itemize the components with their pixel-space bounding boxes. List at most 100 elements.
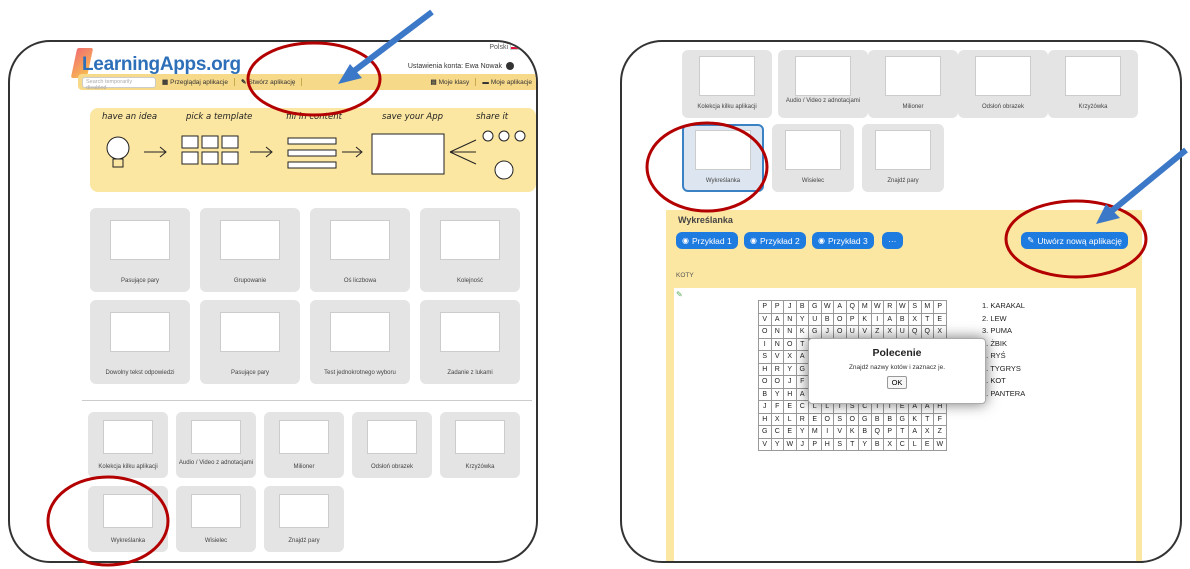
grid-cell[interactable]: X — [883, 437, 897, 451]
grid-cell[interactable]: V — [770, 350, 784, 364]
grid-cell[interactable]: G — [858, 412, 872, 426]
grid-cell[interactable]: G — [808, 325, 822, 339]
grid-cell[interactable]: N — [783, 312, 797, 326]
grid-cell[interactable]: Y — [770, 437, 784, 451]
grid-cell[interactable]: E — [808, 412, 822, 426]
grid-cell[interactable]: H — [758, 412, 772, 426]
grid-cell[interactable]: T — [920, 412, 934, 426]
grid-cell[interactable]: F — [770, 400, 784, 414]
grid-cell[interactable]: A — [833, 300, 847, 314]
grid-cell[interactable]: S — [758, 350, 772, 364]
template-tile[interactable]: Pasujące pary — [200, 300, 300, 384]
grid-cell[interactable]: B — [795, 300, 809, 314]
grid-cell[interactable]: B — [758, 387, 772, 401]
nav-my-apps[interactable]: ▬ Moje aplikacje — [476, 79, 536, 86]
grid-cell[interactable]: H — [820, 437, 834, 451]
grid-cell[interactable]: K — [908, 412, 922, 426]
grid-cell[interactable]: Q — [870, 425, 884, 439]
grid-cell[interactable]: W — [783, 437, 797, 451]
template-tile[interactable]: Krzyżówka — [440, 412, 520, 478]
grid-cell[interactable]: R — [795, 412, 809, 426]
grid-cell[interactable]: Y — [795, 425, 809, 439]
nav-my-classes[interactable]: ▤ Moje klasy — [424, 78, 477, 86]
grid-cell[interactable]: K — [795, 325, 809, 339]
template-tile[interactable]: Zadanie z lukami — [420, 300, 520, 384]
grid-cell[interactable]: L — [783, 412, 797, 426]
grid-cell[interactable]: Y — [795, 312, 809, 326]
grid-cell[interactable]: M — [808, 425, 822, 439]
template-tile-wykreslanka[interactable]: Wykreślanka — [88, 486, 168, 552]
grid-cell[interactable]: A — [795, 387, 809, 401]
grid-cell[interactable]: B — [870, 412, 884, 426]
grid-cell[interactable]: T — [895, 425, 909, 439]
grid-cell[interactable]: P — [845, 312, 859, 326]
grid-cell[interactable]: V — [758, 437, 772, 451]
grid-cell[interactable]: B — [870, 437, 884, 451]
grid-cell[interactable]: E — [933, 312, 947, 326]
grid-cell[interactable]: S — [833, 412, 847, 426]
grid-cell[interactable]: O — [770, 375, 784, 389]
grid-cell[interactable]: P — [770, 300, 784, 314]
grid-cell[interactable]: E — [783, 425, 797, 439]
grid-cell[interactable]: F — [795, 375, 809, 389]
grid-cell[interactable]: C — [795, 400, 809, 414]
grid-cell[interactable]: E — [783, 400, 797, 414]
search-input[interactable]: Search temporarily disabled — [82, 76, 156, 91]
grid-cell[interactable]: J — [783, 375, 797, 389]
grid-cell[interactable]: N — [770, 325, 784, 339]
grid-cell[interactable]: G — [758, 425, 772, 439]
grid-cell[interactable]: W — [820, 300, 834, 314]
grid-cell[interactable]: T — [920, 312, 934, 326]
template-tile[interactable]: Wisielec — [176, 486, 256, 552]
template-tile[interactable]: Kolekcja kilku aplikacji — [682, 50, 772, 118]
grid-cell[interactable]: I — [870, 312, 884, 326]
template-tile[interactable]: Audio / Video z adnotacjami — [778, 50, 868, 118]
site-logo[interactable]: LearningApps.org — [82, 54, 241, 76]
template-tile[interactable]: Kolejność — [420, 208, 520, 292]
grid-cell[interactable]: N — [783, 325, 797, 339]
grid-cell[interactable]: Q — [845, 300, 859, 314]
grid-cell[interactable]: S — [833, 437, 847, 451]
grid-cell[interactable]: B — [895, 312, 909, 326]
grid-cell[interactable]: B — [858, 425, 872, 439]
example-3-button[interactable]: ◉ Przykład 3 — [812, 232, 874, 249]
grid-cell[interactable]: N — [770, 337, 784, 351]
template-tile[interactable]: Odsłoń obrazek — [352, 412, 432, 478]
template-tile[interactable]: Znajdź pary — [862, 124, 944, 192]
template-tile[interactable]: Grupowanie — [200, 208, 300, 292]
grid-cell[interactable]: V — [758, 312, 772, 326]
grid-cell[interactable]: U — [845, 325, 859, 339]
grid-cell[interactable]: R — [883, 300, 897, 314]
grid-cell[interactable]: M — [858, 300, 872, 314]
grid-cell[interactable]: X — [908, 312, 922, 326]
grid-cell[interactable]: A — [770, 312, 784, 326]
grid-cell[interactable]: F — [933, 412, 947, 426]
grid-cell[interactable]: X — [783, 350, 797, 364]
template-tile[interactable]: Test jednokrotnego wyboru — [310, 300, 410, 384]
grid-cell[interactable]: O — [820, 412, 834, 426]
grid-cell[interactable]: K — [858, 312, 872, 326]
grid-cell[interactable]: S — [908, 300, 922, 314]
grid-cell[interactable]: Y — [770, 387, 784, 401]
grid-cell[interactable]: O — [845, 412, 859, 426]
template-tile[interactable]: Kolekcja kilku aplikacji — [88, 412, 168, 478]
grid-cell[interactable]: W — [870, 300, 884, 314]
grid-cell[interactable]: B — [883, 412, 897, 426]
grid-cell[interactable]: Z — [933, 425, 947, 439]
grid-cell[interactable]: Y — [858, 437, 872, 451]
account-settings[interactable]: Ustawienia konta: Ewa Nowak — [408, 62, 514, 70]
create-new-app-button[interactable]: ✎ Utwórz nową aplikację — [1021, 232, 1128, 249]
grid-cell[interactable]: H — [758, 362, 772, 376]
template-tile[interactable]: Odsłoń obrazek — [958, 50, 1048, 118]
grid-cell[interactable]: U — [808, 312, 822, 326]
template-tile[interactable]: Milioner — [264, 412, 344, 478]
grid-cell[interactable]: P — [883, 425, 897, 439]
grid-cell[interactable]: W — [895, 300, 909, 314]
grid-cell[interactable]: P — [808, 437, 822, 451]
grid-cell[interactable]: O — [833, 312, 847, 326]
grid-cell[interactable]: U — [895, 325, 909, 339]
grid-cell[interactable]: E — [920, 437, 934, 451]
grid-cell[interactable]: T — [795, 337, 809, 351]
example-1-button[interactable]: ◉ Przykład 1 — [676, 232, 738, 249]
more-button[interactable]: ··· — [882, 232, 903, 249]
